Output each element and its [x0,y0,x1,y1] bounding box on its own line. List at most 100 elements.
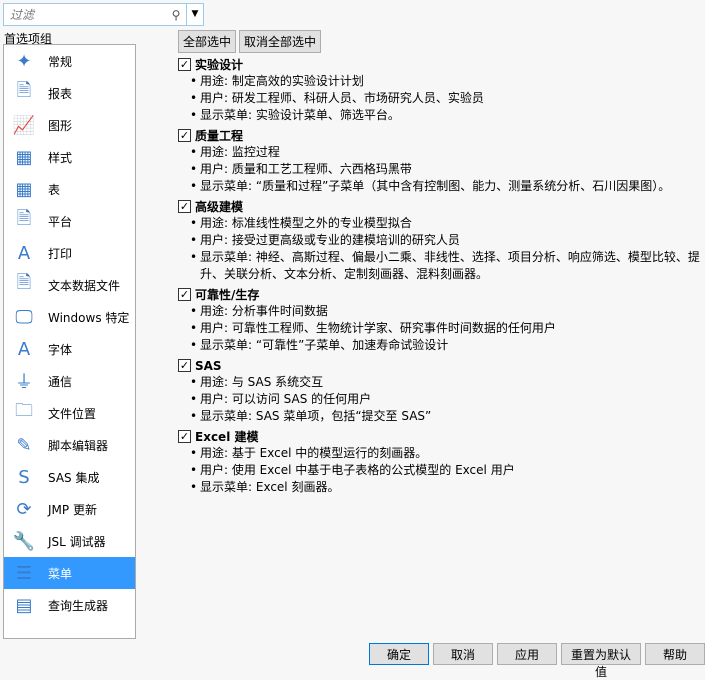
reset-defaults-button[interactable]: 重置为默认值 [561,643,641,679]
section-detail: 显示菜单: SAS 菜单项，包括“提交至 SAS” [190,408,703,425]
section-detail: 用户: 接受过更高级或专业的建模培训的研究人员 [190,232,703,249]
apply-button[interactable]: 应用 [497,643,557,665]
menu-section: ✓ Excel 建模用途: 基于 Excel 中的模型运行的刻画器。用户: 使用 … [178,428,703,496]
sidebar-item[interactable]: 🔧 JSL 调试器 [4,525,135,557]
sidebar-item[interactable]: ▤ 查询生成器 [4,589,135,621]
sidebar-item[interactable]: ✎ 脚本编辑器 [4,429,135,461]
plug-icon: ⏚ [15,372,33,393]
section-detail: 显示菜单: 实验设计菜单、筛选平台。 [190,107,703,124]
section-title: 实验设计 [195,58,244,72]
checkbox[interactable]: ✓ [178,200,191,213]
checkbox[interactable]: ✓ [178,58,191,71]
sidebar-item[interactable]: ⟳ JMP 更新 [4,493,135,525]
sidebar-item[interactable]: S SAS 集成 [4,461,135,493]
help-button[interactable]: 帮助 [645,643,705,665]
sidebar-item-label: SAS 集成 [48,470,100,485]
checkbox[interactable]: ✓ [178,288,191,301]
wrench-icon: 🔧 [12,530,36,552]
section-detail: 用户: 可以访问 SAS 的任何用户 [190,391,703,408]
checkbox[interactable]: ✓ [178,430,191,443]
sidebar-item-label: 查询生成器 [48,598,109,613]
section-detail: 用户: 可靠性工程师、生物统计学家、研究事件时间数据的任何用户 [190,320,703,337]
section-detail: 用户: 使用 Excel 中基于电子表格的公式模型的 Excel 用户 [190,462,703,479]
sidebar-item-label: 文件位置 [48,406,97,421]
sidebar-item-label: 打印 [48,246,73,261]
section-detail: 用途: 制定高效的实验设计计划 [190,73,703,90]
section-detail: 用途: 标准线性模型之外的专业模型拟合 [190,215,703,232]
section-detail: 用途: 基于 Excel 中的模型运行的刻画器。 [190,445,703,462]
sidebar-item-label: 平台 [48,214,73,229]
sidebar-item[interactable]: 📈 图形 [4,109,135,141]
menu-preferences-panel: 全部选中 取消全部选中 ✓ 实验设计用途: 制定高效的实验设计计划用户: 研发工程… [178,30,703,496]
section-detail: 用途: 分析事件时间数据 [190,303,703,320]
query-builder-icon: ▤ [15,594,33,616]
sidebar-item[interactable]: 🗎 文本数据文件 [4,269,135,301]
script-editor-icon: ✎ [16,434,32,456]
deselect-all-button[interactable]: 取消全部选中 [239,30,322,53]
menu-icon: ☰ [15,562,33,584]
report-icon: 🗎 [16,80,32,101]
sidebar-item-label: 图形 [48,118,73,133]
section-detail: 用途: 与 SAS 系统交互 [190,374,703,391]
sidebar-item-label: 样式 [48,150,73,165]
sidebar-item-label: 通信 [48,374,73,389]
font-icon: A [17,338,31,360]
sidebar-item[interactable]: ✦ 常规 [4,45,135,77]
section-detail: 用户: 质量和工艺工程师、六西格玛黑带 [190,161,703,178]
sidebar-item-label: 菜单 [48,566,73,581]
sidebar-item[interactable]: ⏚ 通信 [4,365,135,397]
section-title: 高级建模 [195,200,244,214]
sidebar-item-label: 文本数据文件 [48,278,121,293]
sidebar-item-label: 常规 [48,54,73,69]
filter-box: ⚲ ▼ [3,3,204,26]
sidebar-item-label: 报表 [48,86,73,101]
menu-section: ✓ 质量工程用途: 监控过程用户: 质量和工艺工程师、六西格玛黑带显示菜单: “质… [178,127,703,195]
sidebar-item-label: 字体 [48,342,73,357]
sidebar-item[interactable]: ☰ 菜单 [4,557,135,589]
section-title: Excel 建模 [195,430,259,444]
update-icon: ⟳ [16,498,32,520]
chevron-down-icon[interactable]: ▼ [186,4,203,25]
sidebar-item[interactable]: ▦ 样式 [4,141,135,173]
section-detail: 显示菜单: 神经、高斯过程、偏最小二乘、非线性、选择、项目分析、响应筛选、模型比… [190,249,703,283]
sidebar-item-label: 表 [48,182,61,197]
menu-section: ✓ 高级建模用途: 标准线性模型之外的专业模型拟合用户: 接受过更高级或专业的建模… [178,198,703,283]
cancel-button[interactable]: 取消 [433,643,493,665]
sidebar-item[interactable]: 🖵 Windows 特定 [4,301,135,333]
print-icon: A [17,242,31,264]
monitor-icon: 🖵 [15,306,33,328]
platform-icon: 🗎 [16,208,32,229]
sidebar-item[interactable]: A 打印 [4,237,135,269]
menu-section: ✓ 实验设计用途: 制定高效的实验设计计划用户: 研发工程师、科研人员、市场研究人… [178,56,703,124]
ok-button[interactable]: 确定 [369,643,429,665]
txt-file-icon: 🗎 [16,272,32,293]
section-title: SAS [195,358,222,373]
sidebar-item[interactable]: A 字体 [4,333,135,365]
sas-icon: S [18,466,30,488]
section-detail: 显示菜单: “质量和过程”子菜单（其中含有控制图、能力、测量系统分析、石川因果图… [190,178,703,195]
section-detail: 用途: 监控过程 [190,144,703,161]
menu-section: ✓ 可靠性/生存用途: 分析事件时间数据用户: 可靠性工程师、生物统计学家、研究事… [178,286,703,354]
section-title: 可靠性/生存 [195,288,260,302]
graph-icon: 📈 [12,114,36,136]
checkbox[interactable]: ✓ [178,129,191,142]
checkbox[interactable]: ✓ [178,359,191,372]
section-detail: 显示菜单: Excel 刻画器。 [190,479,703,496]
sidebar-item-label: JMP 更新 [48,502,97,517]
table-icon: ▦ [15,178,33,200]
preference-groups-list[interactable]: ✦ 常规 🗎 报表 📈 图形 ▦ 样式 ▦ 表 🗎 平台 A 打印 🗎 文本数据文件 🖵 Windows 特定 A 字… [3,44,136,639]
menu-section: ✓ SAS用途: 与 SAS 系统交互用户: 可以访问 SAS 的任何用户显示菜单… [178,357,703,425]
sidebar-item[interactable]: 🗎 报表 [4,77,135,109]
sidebar-item[interactable]: 🗀 文件位置 [4,397,135,429]
sidebar-item-label: JSL 调试器 [48,534,106,549]
filter-input[interactable] [4,7,166,22]
sidebar-item-label: 脚本编辑器 [48,438,109,453]
section-detail: 用户: 研发工程师、科研人员、市场研究人员、实验员 [190,90,703,107]
sidebar-item[interactable]: ▦ 表 [4,173,135,205]
select-all-button[interactable]: 全部选中 [178,30,237,53]
sidebar-item[interactable]: 🗎 平台 [4,205,135,237]
styles-icon: ▦ [15,146,33,168]
search-icon[interactable]: ⚲ [166,8,186,22]
sidebar-item-label: Windows 特定 [48,310,130,325]
jmp-man-icon: ✦ [16,50,32,72]
